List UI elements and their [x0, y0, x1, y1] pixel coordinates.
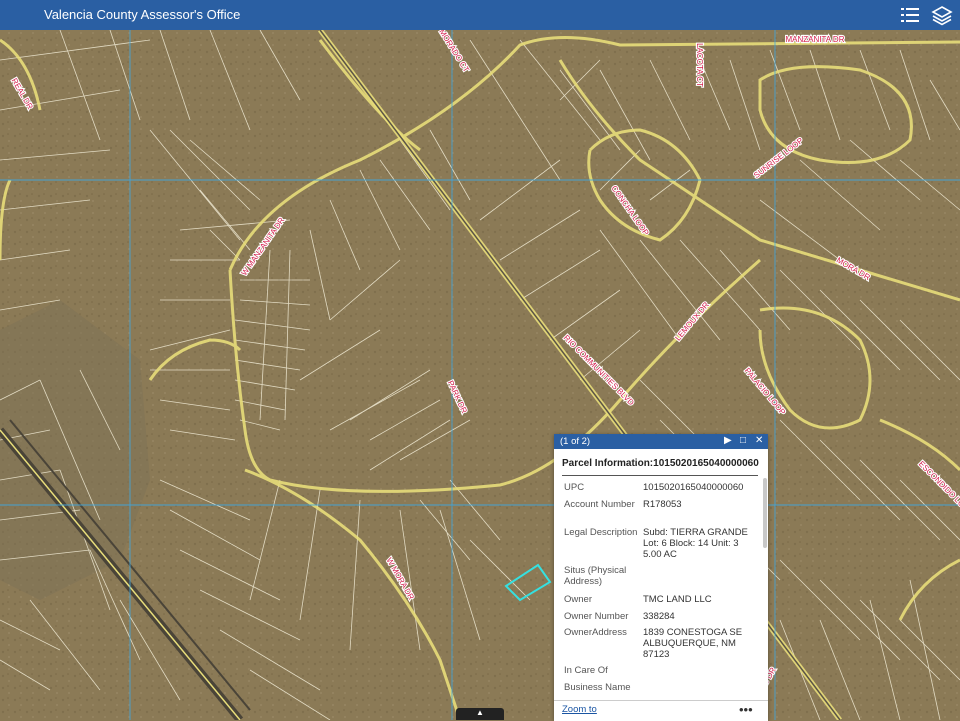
map-view[interactable]: MANZANITA DRW MANZANITA DRMORADO CT LACOT… [0, 0, 960, 720]
parcel-popup: (1 of 2) ▶ □ ✕ Parcel Information:101502… [554, 434, 768, 721]
road-label: MANZANITA DR [786, 35, 845, 44]
field-label: Business Name [564, 682, 631, 693]
field-label: Situs (Physical Address) [564, 565, 627, 587]
app-header: Valencia County Assessor's Office [0, 0, 960, 30]
imagery-basemap [0, 0, 960, 720]
field-value: 1839 CONESTOGA SE ALBUQUERQUE, NM 87123 [643, 627, 743, 660]
play-icon[interactable]: ▶ [724, 435, 732, 446]
layers-icon[interactable] [930, 3, 954, 27]
field-label: Owner [564, 594, 592, 605]
field-label: OwnerAddress [564, 627, 627, 638]
app-title: Valencia County Assessor's Office [44, 7, 241, 22]
field-label: Owner Number [564, 611, 629, 622]
popup-footer: Zoom to ••• [554, 700, 768, 721]
more-actions-button[interactable]: ••• [739, 702, 753, 717]
popup-scrollbar[interactable] [763, 478, 767, 548]
popup-header: (1 of 2) ▶ □ ✕ [554, 434, 768, 449]
chevron-up-icon: ▲ [476, 708, 484, 717]
field-value: TMC LAND LLC [643, 594, 712, 605]
close-icon[interactable]: ✕ [755, 435, 763, 446]
list-icon[interactable] [898, 3, 922, 27]
field-label: In Care Of [564, 665, 608, 676]
zoom-to-link[interactable]: Zoom to [562, 704, 597, 715]
attribute-list[interactable]: UPC 1015020165040000060 Account Number R… [554, 478, 768, 700]
field-value: 338284 [643, 611, 675, 622]
field-value: Subd: TIERRA GRANDE Lot: 6 Block: 14 Uni… [643, 527, 748, 560]
field-label: UPC [564, 482, 585, 493]
maximize-icon[interactable]: □ [740, 435, 746, 446]
field-value: 1015020165040000060 [643, 482, 744, 493]
field-value: R178053 [643, 499, 682, 510]
popup-counter: (1 of 2) [560, 436, 591, 447]
field-label: Legal Description [564, 527, 638, 538]
popup-title: Parcel Information:1015020165040000060 [562, 458, 759, 469]
bottom-panel-toggle[interactable]: ▲ [456, 708, 504, 720]
road-label: LACOTA CT [695, 43, 704, 87]
field-label: Account Number [564, 499, 635, 510]
divider [562, 475, 758, 476]
